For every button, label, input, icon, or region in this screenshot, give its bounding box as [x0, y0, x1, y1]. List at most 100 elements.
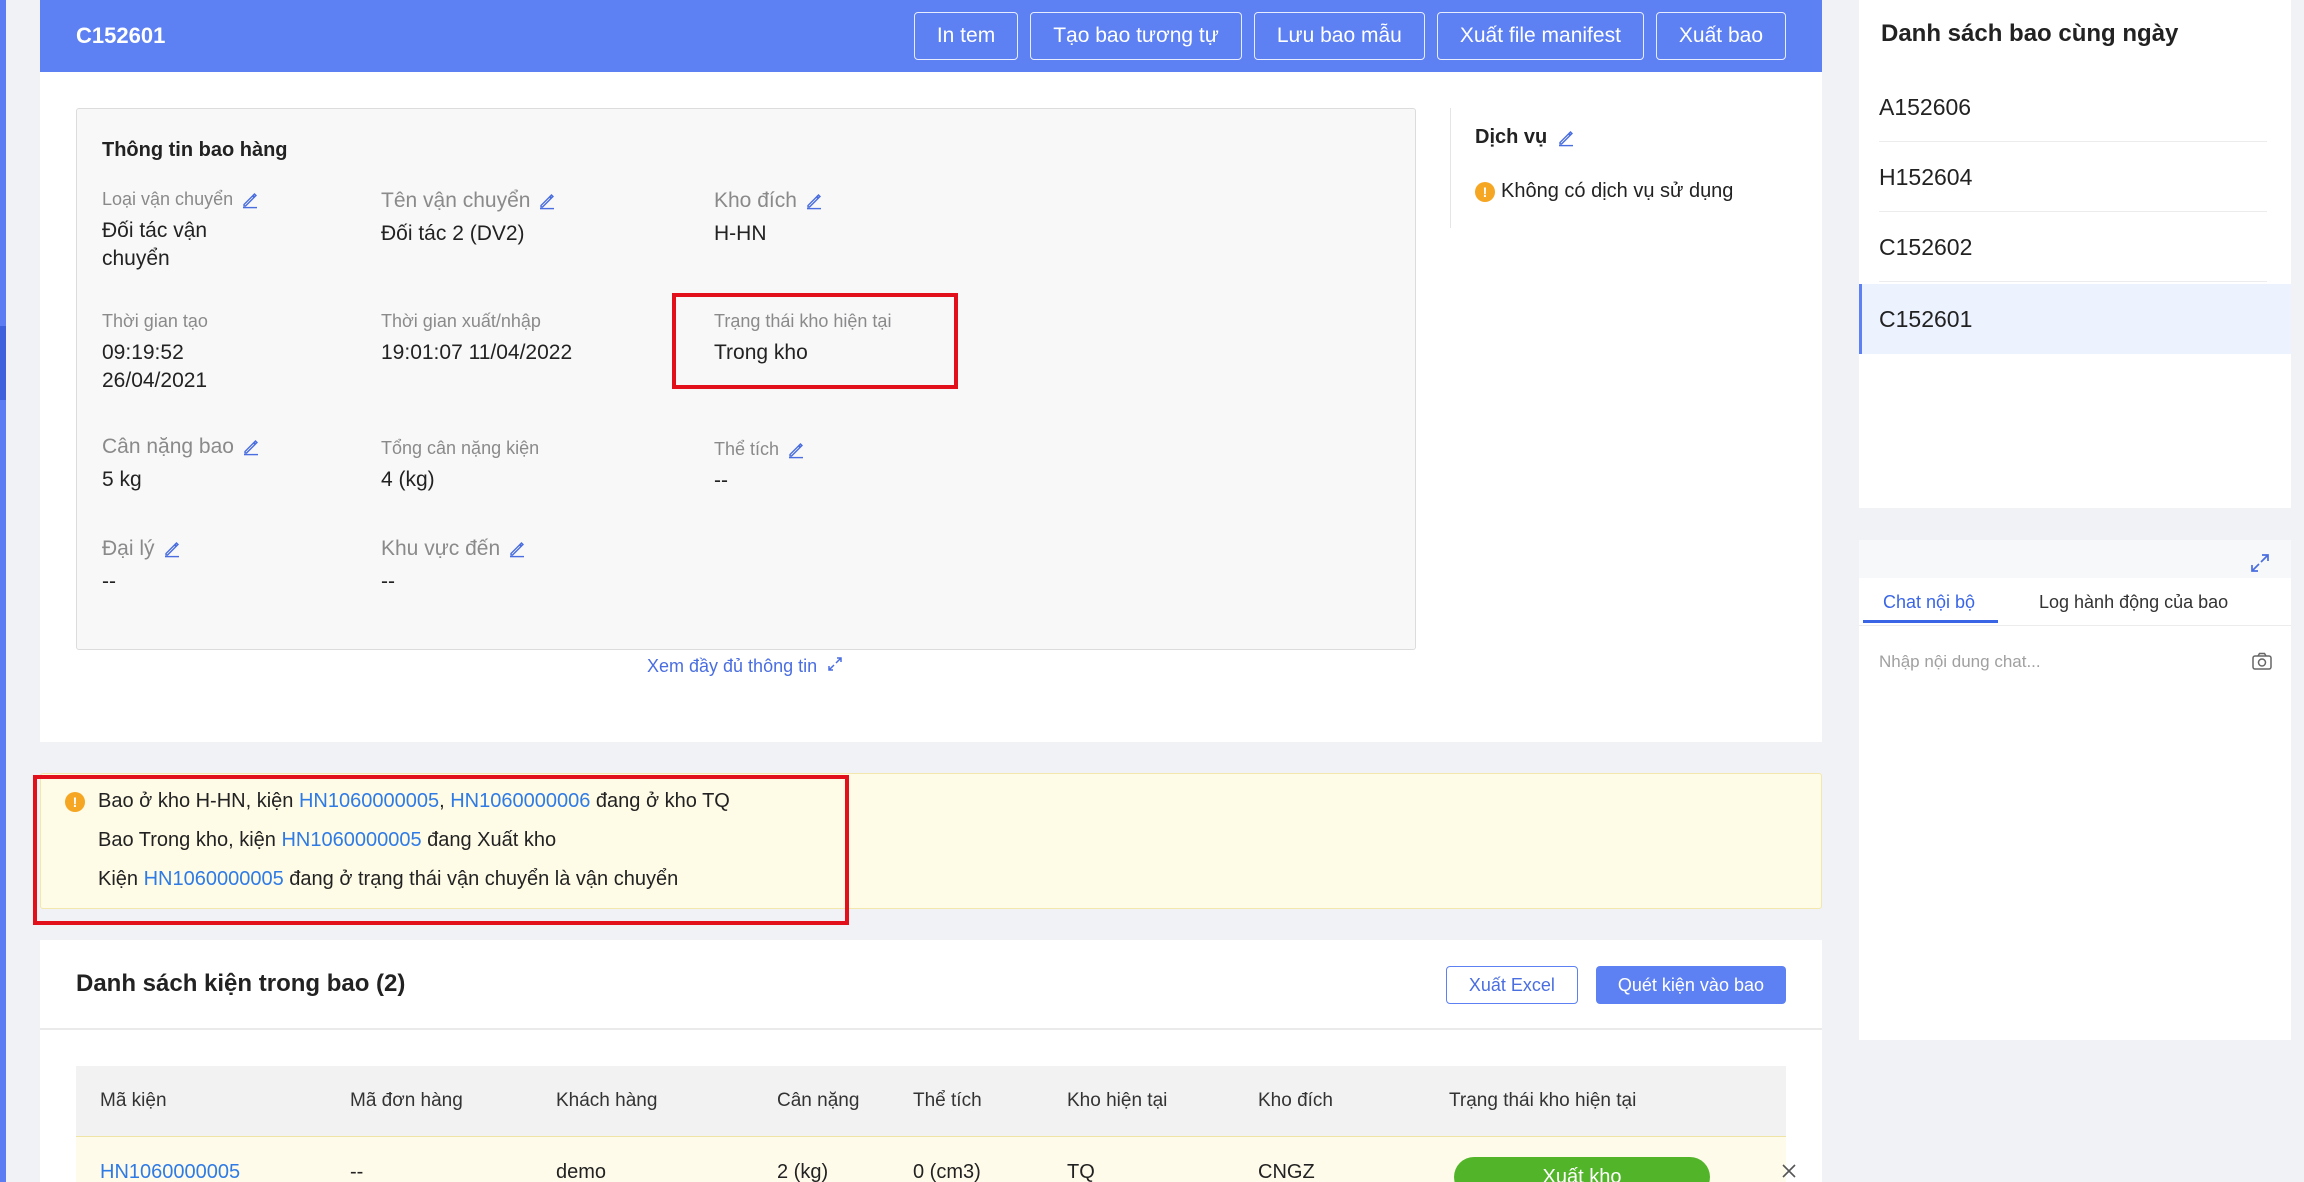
package-list-card: Danh sách kiện trong bao (2) Xuất Excel … [40, 940, 1822, 1182]
warning-icon: ! [1475, 181, 1495, 202]
see-full-info-label: Xem đầy đủ thông tin [647, 656, 818, 676]
remove-row-icon[interactable] [1779, 1161, 1799, 1181]
field-label: Tổng cân nặng kiện [381, 438, 540, 458]
edit-icon[interactable] [163, 540, 181, 558]
field-shipping-type: Loại vận chuyển Đối tác vận chuyển [102, 189, 259, 273]
field-dest-warehouse: Kho đích H-HN [714, 189, 823, 248]
column-header: Mã kiện [100, 1090, 167, 1111]
field-label: Khu vực đến [381, 537, 501, 560]
service-empty-message: Không có dịch vụ sử dụng [1501, 180, 1734, 202]
bag-list-item-active[interactable]: C152601 [1859, 284, 2291, 354]
field-label: Kho đích [714, 189, 797, 212]
bag-list-item-label: A152606 [1879, 94, 1972, 120]
field-total-weight: Tổng cân nặng kiện 4 (kg) [381, 438, 539, 494]
field-label: Đại lý [102, 537, 155, 560]
see-full-info-link[interactable]: Xem đầy đủ thông tin [647, 656, 843, 677]
same-day-bags-panel: Danh sách bao cùng ngày A152606 H152604 … [1859, 0, 2291, 508]
field-value: H-HN [714, 222, 767, 245]
edit-icon[interactable] [241, 191, 259, 209]
edit-icon[interactable] [805, 192, 823, 210]
field-arrival-area: Khu vực đến -- [381, 537, 526, 596]
field-agent: Đại lý -- [102, 537, 181, 596]
table-header: Mã kiện Mã đơn hàng Khách hàng Cân nặng … [76, 1066, 1786, 1136]
weight-cell: 2 (kg) [777, 1161, 829, 1182]
field-value: -- [381, 570, 395, 593]
same-day-bags-title: Danh sách bao cùng ngày [1881, 20, 2179, 47]
edit-icon[interactable] [787, 441, 805, 459]
edit-icon[interactable] [1557, 129, 1575, 147]
edit-icon[interactable] [242, 438, 260, 456]
export-bag-button[interactable]: Xuất bao [1655, 12, 1786, 60]
edit-icon[interactable] [538, 192, 556, 210]
bag-info-box: Thông tin bao hàng Loại vận chuyển Đối t… [76, 108, 1416, 650]
active-tab-indicator [1863, 620, 1998, 623]
print-label-button[interactable]: In tem [913, 12, 1019, 60]
column-header: Cân nặng [777, 1090, 860, 1111]
package-list-title: Danh sách kiện trong bao (2) [76, 970, 406, 997]
left-nav-active-marker [0, 326, 6, 400]
current-warehouse-cell: TQ [1067, 1161, 1095, 1182]
bag-list-item-label: C152601 [1879, 306, 1973, 332]
bag-list-item[interactable]: C152602 [1859, 212, 2291, 282]
column-header: Thể tích [913, 1090, 982, 1111]
status-highlight-frame [672, 293, 958, 389]
edit-icon[interactable] [508, 540, 526, 558]
chat-input[interactable]: Nhập nội dung chat... [1879, 652, 2041, 672]
order-code-cell: -- [350, 1161, 364, 1182]
field-value: -- [714, 469, 728, 492]
column-header: Kho hiện tại [1067, 1090, 1168, 1111]
header-actions: In tem Tạo bao tương tự Lưu bao mẫu Xuất… [913, 12, 1786, 60]
field-value: 4 (kg) [381, 468, 435, 491]
chat-topbar [1859, 540, 2291, 578]
field-bag-weight: Cân nặng bao 5 kg [102, 435, 260, 494]
bag-code-title: C152601 [76, 23, 166, 48]
column-header: Khách hàng [556, 1090, 658, 1111]
column-header: Kho đích [1258, 1090, 1333, 1111]
field-value: 09:19:52 [102, 341, 184, 364]
column-header: Trạng thái kho hiện tại [1449, 1090, 1637, 1111]
package-code-link[interactable]: HN1060000005 [100, 1161, 240, 1182]
bag-info-title: Thông tin bao hàng [102, 139, 288, 161]
save-template-button[interactable]: Lưu bao mẫu [1253, 12, 1425, 60]
customer-cell: demo [556, 1161, 607, 1182]
app-root: C152601 In tem Tạo bao tương tự Lưu bao … [0, 0, 2304, 1182]
expand-icon[interactable] [2249, 552, 2271, 574]
export-excel-button[interactable]: Xuất Excel [1445, 966, 1578, 1004]
field-label: Thời gian xuất/nhập [381, 311, 541, 331]
field-label: Thời gian tạo [102, 311, 208, 331]
field-value: 19:01:07 11/04/2022 [381, 341, 573, 364]
field-value: chuyển [102, 247, 170, 270]
bag-list-item[interactable]: H152604 [1859, 142, 2291, 212]
expand-arrows-icon [827, 656, 843, 677]
field-value: 5 kg [102, 468, 142, 491]
field-value: -- [102, 570, 116, 593]
scan-package-button[interactable]: Quét kiện vào bao [1595, 966, 1786, 1004]
alert-highlight-frame [33, 775, 849, 925]
package-list-actions: Xuất Excel Quét kiện vào bao [1445, 966, 1786, 1004]
left-nav-strip [0, 0, 6, 1182]
chat-panel: Chat nội bộ Log hành động của bao Nhập n… [1859, 540, 2291, 1040]
tab-internal-chat[interactable]: Chat nội bộ [1883, 592, 1975, 613]
bag-header: C152601 In tem Tạo bao tương tự Lưu bao … [40, 0, 1822, 72]
field-value: Đối tác 2 (DV2) [381, 222, 525, 245]
field-io-time: Thời gian xuất/nhập 19:01:07 11/04/2022 [381, 311, 572, 367]
field-label: Loại vận chuyển [102, 189, 234, 209]
camera-icon[interactable] [2251, 651, 2273, 671]
dest-warehouse-cell: CNGZ [1258, 1161, 1315, 1182]
service-panel: Dịch vụ ! Không có dịch vụ sử dụng [1450, 108, 1786, 228]
bag-list-item-label: H152604 [1879, 164, 1973, 190]
bag-list-item[interactable]: A152606 [1859, 72, 2291, 142]
field-label: Cân nặng bao [102, 435, 234, 458]
divider [40, 1028, 1822, 1030]
export-manifest-button[interactable]: Xuất file manifest [1436, 12, 1644, 60]
bag-list-item-label: C152602 [1879, 234, 1973, 260]
field-volume: Thể tích -- [714, 439, 805, 495]
table-row: HN1060000005 -- demo 2 (kg) 0 (cm3) TQ C… [76, 1136, 1796, 1182]
tab-bag-action-log[interactable]: Log hành động của bao [2039, 592, 2228, 613]
column-header: Mã đơn hàng [350, 1090, 463, 1111]
field-value: Đối tác vận [102, 219, 208, 242]
create-similar-bag-button[interactable]: Tạo bao tương tự [1030, 12, 1242, 60]
field-label: Tên vận chuyển [381, 189, 531, 212]
field-label: Thể tích [714, 439, 780, 459]
volume-cell: 0 (cm3) [913, 1161, 981, 1182]
